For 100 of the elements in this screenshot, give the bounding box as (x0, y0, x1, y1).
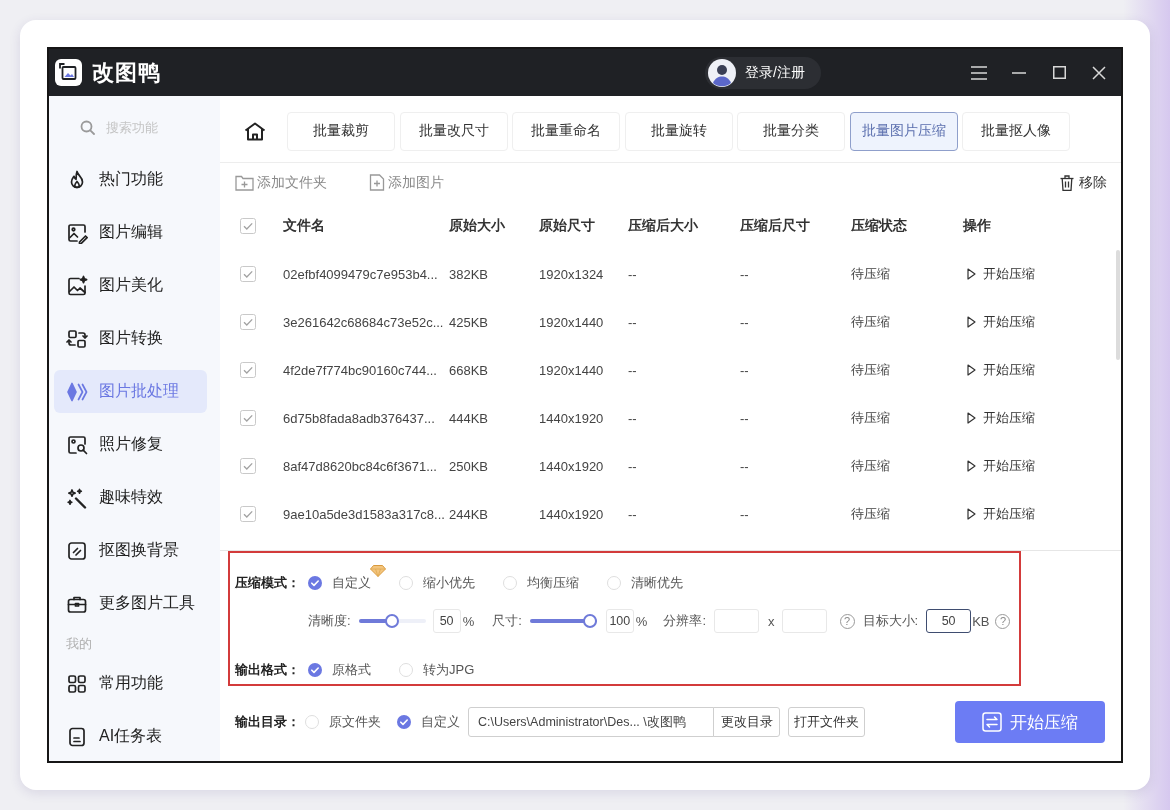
table-cell-text: 6d75b8fada8adb376437... (283, 410, 436, 426)
size-slider[interactable] (529, 614, 597, 628)
sidebar-item[interactable]: 更多图片工具 (54, 582, 207, 625)
table-cell-text: -- (740, 506, 750, 522)
scrollbar-thumb[interactable] (1116, 250, 1120, 360)
maximize-icon[interactable] (1052, 66, 1066, 79)
tab[interactable]: 批量旋转 (624, 111, 733, 151)
row-checkbox[interactable] (240, 266, 256, 282)
table-cell-text: 1920x1324 (539, 266, 605, 282)
table-cell-text: -- (628, 410, 638, 426)
table-cell-text: 待压缩 (851, 505, 891, 523)
separator-label: x (768, 613, 775, 629)
table-cell-text: 3e261642c68684c73e52c... (283, 314, 445, 330)
radio-button[interactable] (397, 715, 411, 729)
table-cell-text: 8af47d8620bc84c6f3671... (283, 458, 438, 474)
column-header: 操作 (963, 217, 992, 235)
table-cell-text: -- (628, 506, 638, 522)
home-icon[interactable] (244, 121, 266, 141)
swap-squares-icon (66, 327, 88, 350)
field-label: 尺寸: (492, 612, 522, 630)
start-compress-button[interactable]: 开始压缩 (967, 313, 1035, 331)
radio-button[interactable] (503, 576, 517, 590)
sidebar-item[interactable]: 常用功能 (54, 662, 207, 705)
sidebar-item[interactable]: 图片转换 (54, 317, 207, 360)
tab[interactable]: 批量重命名 (512, 111, 620, 151)
sidebar-item[interactable]: 热门功能 (54, 158, 207, 201)
sidebar-item[interactable]: 图片美化 (54, 264, 207, 307)
sidebar-item[interactable]: 抠图换背景 (54, 529, 207, 572)
tab[interactable]: 批量图片压缩 (849, 111, 958, 151)
table-cell-text: 待压缩 (851, 361, 891, 379)
sidebar-item[interactable]: 图片编辑 (54, 211, 207, 254)
row-checkbox[interactable] (240, 506, 256, 522)
slider-thumb[interactable] (582, 614, 597, 628)
radio-label[interactable]: 缩小优先 (423, 575, 475, 591)
minimize-icon[interactable] (1012, 71, 1026, 74)
close-icon[interactable] (1092, 65, 1106, 80)
row-checkbox[interactable] (240, 410, 256, 426)
radio-button[interactable] (308, 663, 322, 677)
radio-label[interactable]: 均衡压缩 (527, 575, 579, 591)
radio-label[interactable]: 转为JPG (423, 662, 475, 678)
table-cell-text: -- (740, 362, 750, 378)
row-checkbox[interactable] (240, 362, 256, 378)
add-folder-button[interactable]: 添加文件夹 (235, 173, 327, 192)
table-cell-text: 待压缩 (851, 409, 891, 427)
radio-button[interactable] (607, 576, 621, 590)
row-checkbox[interactable] (240, 314, 256, 330)
sidebar-item[interactable]: 照片修复 (54, 423, 207, 466)
column-header: 文件名 (283, 217, 326, 235)
table-cell-text: -- (740, 314, 750, 330)
play-icon (967, 316, 976, 328)
start-compress-button[interactable]: 开始压缩 (967, 361, 1035, 379)
table-cell-text: 1440x1920 (539, 410, 605, 426)
size-input[interactable]: 100 (605, 609, 634, 633)
radio-button[interactable] (308, 576, 322, 590)
radio-button[interactable] (305, 715, 319, 729)
login-button[interactable]: 登录/注册 (705, 56, 821, 89)
remove-button[interactable]: 移除 (1060, 173, 1107, 192)
radio-label[interactable]: 原文件夹 (329, 714, 381, 730)
table-cell-text: 4f2de7f774bc90160c744... (283, 362, 438, 378)
radio-button[interactable] (399, 576, 413, 590)
menu-icon[interactable] (971, 65, 987, 80)
target-size-input[interactable]: 50 (926, 609, 972, 633)
start-compress-button[interactable]: 开始压缩 (967, 409, 1035, 427)
table-cell-text: 待压缩 (851, 265, 891, 283)
tab[interactable]: 批量分类 (737, 111, 845, 151)
column-header: 压缩状态 (851, 217, 908, 235)
start-compress-button[interactable]: 开始压缩 (967, 457, 1035, 475)
row-checkbox[interactable] (240, 458, 256, 474)
radio-label[interactable]: 原格式 (332, 662, 371, 678)
file-plus-icon (369, 174, 385, 191)
change-folder-button[interactable]: 更改目录 (713, 707, 780, 737)
clarity-slider[interactable] (358, 614, 426, 628)
select-all-checkbox[interactable] (240, 218, 256, 234)
open-folder-button[interactable]: 打开文件夹 (788, 707, 865, 737)
sidebar-item[interactable]: AI任务表 (54, 715, 207, 758)
tab[interactable]: 批量抠人像 (962, 111, 1070, 151)
start-compress-button[interactable]: 开始压缩 (967, 505, 1035, 523)
radio-label[interactable]: 自定义 (421, 714, 460, 730)
column-header: 压缩后尺寸 (740, 217, 811, 235)
table-cell-text: 1920x1440 (539, 314, 605, 330)
slider-thumb[interactable] (385, 614, 400, 628)
table-cell-text: 待压缩 (851, 313, 891, 331)
column-header: 原始尺寸 (539, 217, 596, 235)
tab[interactable]: 批量裁剪 (287, 111, 395, 151)
table-cell-text: 250KB (449, 458, 490, 474)
output-path-field[interactable]: C:\Users\Administrator\Des... \改图鸭 (468, 707, 714, 737)
radio-button[interactable] (399, 663, 413, 677)
sidebar-item[interactable]: 趣味特效 (54, 476, 207, 519)
table-cell-text: -- (628, 362, 638, 378)
table-cell-text: -- (628, 458, 638, 474)
start-button[interactable]: 开始压缩 (955, 701, 1105, 743)
radio-label[interactable]: 自定义 (332, 575, 371, 591)
tab[interactable]: 批量改尺寸 (399, 111, 508, 151)
play-icon (967, 508, 976, 520)
clarity-input[interactable]: 50 (432, 609, 461, 633)
table-cell-text: 1440x1920 (539, 506, 605, 522)
radio-label[interactable]: 清晰优先 (631, 575, 683, 591)
document-icon (66, 725, 88, 748)
start-compress-button[interactable]: 开始压缩 (967, 265, 1035, 283)
add-image-button[interactable]: 添加图片 (369, 173, 444, 192)
